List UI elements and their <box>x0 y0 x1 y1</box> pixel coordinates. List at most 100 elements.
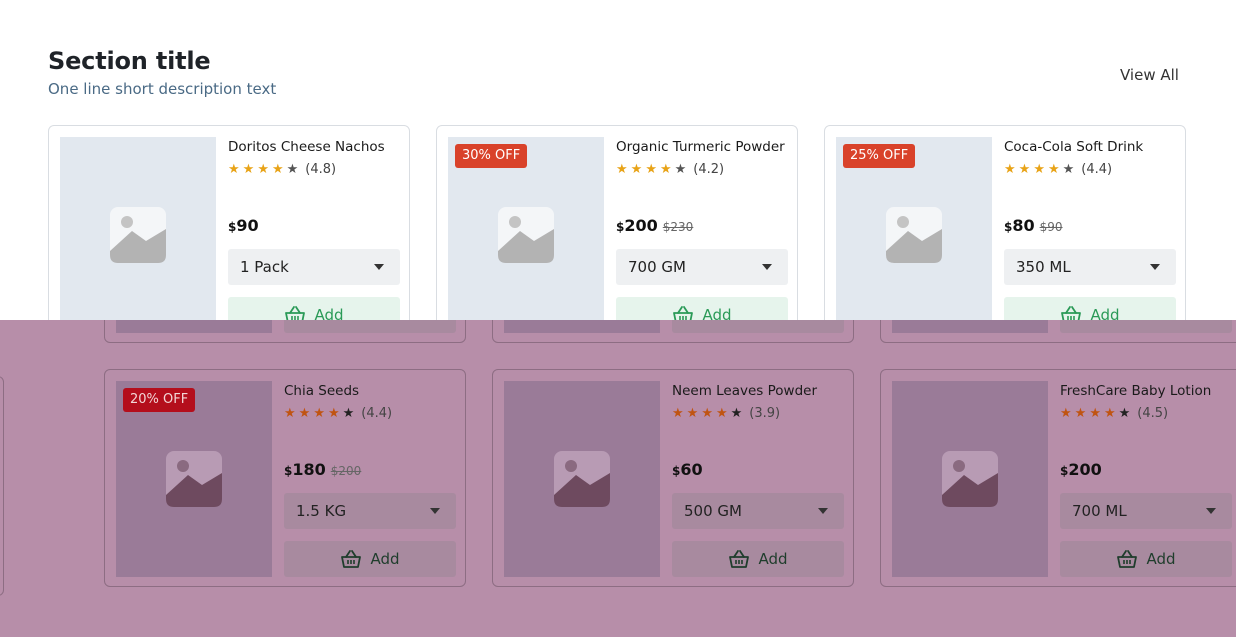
basket-icon <box>729 550 750 568</box>
star-icon: ★ <box>1033 162 1045 177</box>
add-to-cart-button <box>284 320 456 333</box>
star-icon: ★ <box>1089 406 1101 421</box>
add-to-cart-button[interactable]: Add <box>228 297 400 320</box>
chevron-down-icon <box>374 264 384 270</box>
variant-select[interactable]: 1 Pack <box>228 249 400 285</box>
product-rating: ★ ★ ★ ★ ★ (4.4) <box>1004 162 1112 177</box>
product-name[interactable]: Neem Leaves Powder <box>672 383 817 399</box>
star-icon: ★ <box>730 406 743 421</box>
add-to-cart-button[interactable]: Add <box>1060 541 1232 577</box>
star-icon: ★ <box>1018 162 1031 177</box>
product-card[interactable]: 20% OFF Chia Seeds ★ ★ ★ ★ ★ (4.4) $180 $200 … <box>104 369 466 587</box>
star-icon: ★ <box>1004 162 1016 177</box>
image-placeholder-icon <box>110 207 166 263</box>
chevron-down-icon <box>1150 264 1160 270</box>
basket-icon <box>673 306 694 320</box>
product-card[interactable]: 25% OFF Coca-Cola Soft Drink ★ ★ ★ ★ ★ (4.4)… <box>824 125 1186 320</box>
price-value: 90 <box>236 216 259 235</box>
add-to-cart-button[interactable]: Add <box>672 541 844 577</box>
add-to-cart-button <box>1060 320 1232 333</box>
product-rating: ★ ★ ★ ★ ★ (3.9) <box>672 406 780 421</box>
product-price: $80 $90 <box>1004 216 1063 235</box>
chevron-down-icon <box>430 508 440 514</box>
price-value: 200 <box>624 216 658 235</box>
variant-select[interactable]: 700 ML <box>1060 493 1232 529</box>
product-name[interactable]: Doritos Cheese Nachos <box>228 139 385 155</box>
product-name[interactable]: FreshCare Baby Lotion <box>1060 383 1211 399</box>
star-icon: ★ <box>1060 406 1072 421</box>
star-icon: ★ <box>686 406 699 421</box>
star-icon: ★ <box>271 162 284 177</box>
image-placeholder-icon <box>886 207 942 263</box>
product-price: $90 <box>228 216 259 235</box>
variant-select[interactable]: 1.5 KG <box>284 493 456 529</box>
product-card[interactable]: FreshCare Baby Lotion ★ ★ ★ ★ ★ (4.5) $200 7… <box>880 369 1236 587</box>
add-to-cart-button[interactable]: Add <box>284 541 456 577</box>
price-value: 80 <box>1012 216 1035 235</box>
chevron-down-icon <box>762 264 772 270</box>
star-icon: ★ <box>715 406 728 421</box>
variant-value: 1 Pack <box>240 258 289 276</box>
price-value: 180 <box>292 460 326 479</box>
star-icon: ★ <box>1047 162 1060 177</box>
product-rating: ★ ★ ★ ★ ★ (4.8) <box>228 162 336 177</box>
variant-select[interactable]: 500 GM <box>672 493 844 529</box>
star-icon: ★ <box>342 406 355 421</box>
star-icon: ★ <box>672 406 684 421</box>
star-icon: ★ <box>286 162 299 177</box>
product-card-partial <box>492 320 854 343</box>
discount-badge: 25% OFF <box>843 144 916 168</box>
variant-value: 700 GM <box>628 258 686 276</box>
variant-value: 350 ML <box>1016 258 1071 276</box>
rating-value: (3.9) <box>749 406 781 421</box>
add-label: Add <box>702 306 732 320</box>
add-label: Add <box>1146 550 1176 568</box>
product-card[interactable]: Doritos Cheese Nachos ★ ★ ★ ★ ★ (4.8) $90 1 … <box>48 125 410 320</box>
add-to-cart-button[interactable]: Add <box>1004 297 1176 320</box>
original-price: $230 <box>662 220 694 234</box>
star-icon: ★ <box>298 406 311 421</box>
product-image: 20% OFF <box>116 381 272 577</box>
product-rating: ★ ★ ★ ★ ★ (4.2) <box>616 162 724 177</box>
image-placeholder-icon <box>942 451 998 507</box>
star-icon: ★ <box>313 406 325 421</box>
add-label: Add <box>314 306 344 320</box>
scrolled-overlay: 20% OFF Chia Seeds ★ ★ ★ ★ ★ (4.4) $180 $200 … <box>0 320 1236 637</box>
product-image: 30% OFF <box>448 137 604 320</box>
product-price: $180 $200 <box>284 460 361 479</box>
add-to-cart-button[interactable]: Add <box>616 297 788 320</box>
star-icon: ★ <box>630 162 643 177</box>
star-icon: ★ <box>645 162 657 177</box>
basket-icon <box>341 550 362 568</box>
rating-value: (4.8) <box>305 162 337 177</box>
rating-value: (4.5) <box>1137 406 1169 421</box>
star-icon: ★ <box>1118 406 1131 421</box>
product-card[interactable]: 30% OFF Organic Turmeric Powder ★ ★ ★ ★ ★ (4… <box>436 125 798 320</box>
star-icon: ★ <box>284 406 296 421</box>
variant-value: 700 ML <box>1072 502 1127 520</box>
star-icon: ★ <box>1062 162 1075 177</box>
basket-icon <box>1061 306 1082 320</box>
product-price: $200 <box>1060 460 1102 479</box>
add-label: Add <box>1090 306 1120 320</box>
product-rating: ★ ★ ★ ★ ★ (4.4) <box>284 406 392 421</box>
product-rating: ★ ★ ★ ★ ★ (4.5) <box>1060 406 1168 421</box>
product-card[interactable]: Neem Leaves Powder ★ ★ ★ ★ ★ (3.9) $60 500 G… <box>492 369 854 587</box>
original-price: $90 <box>1039 220 1063 234</box>
variant-value: 500 GM <box>684 502 742 520</box>
image-placeholder-icon <box>498 207 554 263</box>
product-card-partial <box>104 320 466 343</box>
variant-value: 1.5 KG <box>296 502 347 520</box>
star-icon: ★ <box>228 162 240 177</box>
variant-select[interactable]: 700 GM <box>616 249 788 285</box>
product-name[interactable]: Organic Turmeric Powder <box>616 139 785 155</box>
add-to-cart-button <box>672 320 844 333</box>
star-icon: ★ <box>257 162 269 177</box>
variant-select[interactable]: 350 ML <box>1004 249 1176 285</box>
star-icon: ★ <box>327 406 340 421</box>
rating-value: (4.4) <box>1081 162 1113 177</box>
product-image <box>504 381 660 577</box>
product-name[interactable]: Coca-Cola Soft Drink <box>1004 139 1143 155</box>
product-name[interactable]: Chia Seeds <box>284 383 359 399</box>
image-placeholder-icon <box>554 451 610 507</box>
